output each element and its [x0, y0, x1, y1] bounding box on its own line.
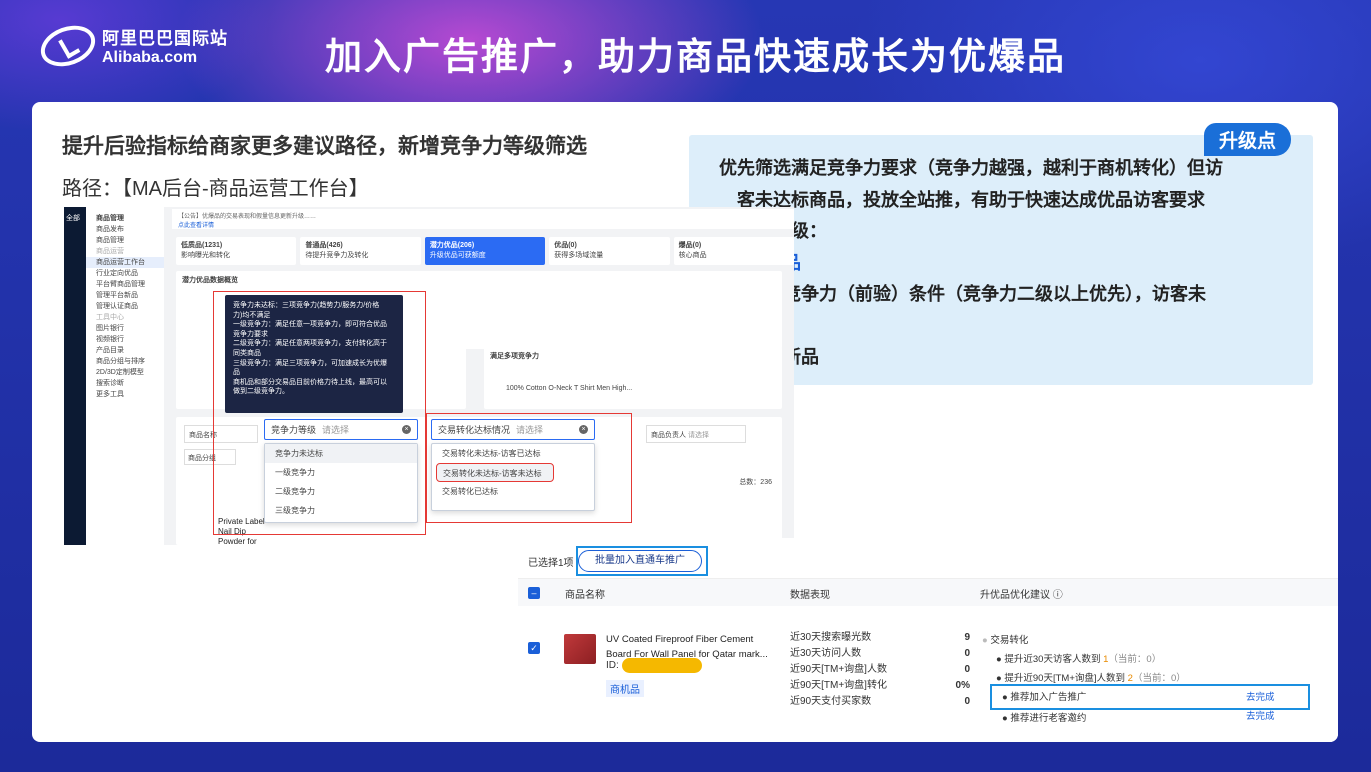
col-name: 商品名称 [565, 590, 605, 601]
note-line: 2）满足竞争力（前验）条件（竞争力二级以上优先），访客未 [719, 284, 1207, 304]
product-a-title[interactable]: 100% Cotton O-Neck T Shirt Men High... [506, 385, 776, 392]
sugg-title: ● 交易转化 [982, 635, 1029, 646]
selection-screenshot: 已选择1项 批量加入直通车推广 – 商品名称 数据表现 升优品优化建议 ⓘ ✓ … [518, 538, 1338, 742]
dropdown-option[interactable]: 交易转化未达标-访客已达标 [432, 444, 594, 463]
sidebar-all[interactable]: 全部 [64, 207, 86, 229]
competitiveness-dropdown: 竞争力未达标 一级竞争力 二级竞争力 三级竞争力 [264, 443, 418, 523]
multi-title: 满足多项竞争力 [490, 353, 539, 360]
dropdown-option[interactable]: 一级竞争力 [265, 463, 417, 482]
metric-row: 近90天支付买家数 0 [790, 696, 970, 707]
dropdown-option[interactable]: 竞争力未达标 [265, 444, 417, 463]
sugg-item: ● 提升近90天[TM+询盘]人数到 2（当前：0） [996, 673, 1186, 684]
tier-card[interactable]: 低质品(1231) 影响曝光和转化 [176, 237, 297, 265]
note-line: 3）平台新品 [719, 342, 1293, 374]
menu-item[interactable]: 2D/3D定制模型 [96, 367, 164, 378]
clear-icon: × [579, 425, 588, 434]
selected-count: 已选择1项 [528, 558, 574, 569]
status-icon: ● [982, 635, 988, 646]
sugg-action: ● 推荐进行老客邀约 [1002, 713, 1087, 724]
main-sidebar: 全部 [64, 207, 86, 545]
metric-row: 近30天访问人数 0 [790, 648, 970, 659]
content-path: 路径：【MA后台-商品运营工作台】 [62, 178, 369, 200]
metric-row: 近30天搜索曝光数 9 [790, 632, 970, 643]
sugg-item: ● 提升近30天访客人数到 1（当前：0） [996, 654, 1162, 665]
conversion-dropdown: 交易转化未达标-访客已达标 交易转化未达标-访客未达标 交易转化已达标 [431, 443, 595, 511]
menu-item[interactable]: 搜索诊断 [96, 378, 164, 389]
competitiveness-tooltip: 竞争力未达标：三项竞争力(趋势力/服务力/价格 力)均不满足 一级竞争力：满足任意… [225, 295, 403, 413]
clear-icon: × [402, 425, 411, 434]
notice-link[interactable]: 点此查看详情 [178, 220, 788, 229]
highlight-box [990, 684, 1310, 710]
menu-item[interactable]: 更多工具 [96, 389, 164, 400]
slide-title: 加入广告推广，助力商品快速成长为优爆品 [325, 36, 1066, 77]
redacted-id [622, 658, 702, 673]
menu-item[interactable]: 商品管理 [96, 213, 164, 224]
col-data: 数据表现 [790, 590, 830, 601]
menu-item[interactable]: 图片银行 [96, 323, 164, 334]
menu-item[interactable]: 行业定向优品 [96, 268, 164, 279]
product-image [564, 634, 596, 664]
content-card: 提升后验指标给商家更多建议路径，新增竞争力等级筛选 路径：【MA后台-商品运营工… [32, 102, 1338, 742]
dropdown-option[interactable]: 三级竞争力 [265, 501, 417, 520]
note-line: 客未达标商品，投放全站推，有助于快速达成优品访客要求 [719, 189, 1205, 210]
dropdown-option-highlighted[interactable]: 交易转化未达标-访客未达标 [436, 463, 554, 482]
go-complete-link[interactable]: 去完成 [1246, 708, 1275, 722]
menu-item[interactable]: 商品管理 [96, 235, 164, 246]
menu-item[interactable]: 管理认证商品 [96, 301, 164, 312]
highlight-box [576, 546, 708, 576]
notice-bar: 【公告】优爆品的交易表现和假量信息更新升级…… 点此查看详情 [172, 209, 794, 229]
note-line: 优先筛选满足竞争力要求（竞争力越强，越利于商机转化）但访 [719, 158, 1223, 178]
table-header: – 商品名称 数据表现 升优品优化建议 ⓘ [518, 578, 1338, 606]
metric-row: 近90天[TM+询盘]转化 0% [790, 680, 970, 691]
menu-item: 工具中心 [96, 314, 124, 321]
note-line: 1）优爆品 [719, 248, 1293, 280]
help-icon: ⓘ [1052, 590, 1063, 601]
menu-item[interactable]: 管理平台新品 [96, 290, 164, 301]
overview-title: 潜力优品数据概览 [182, 277, 238, 284]
conversion-select[interactable]: 交易转化达标情况 请选择 × [431, 419, 595, 440]
product-badge: 商机品 [606, 680, 644, 697]
workbench-screenshot: 全部 商品管理 商品发布 商品管理 商品运营 商品运营工作台 行业定向优品 平台… [64, 207, 794, 545]
dropdown-option[interactable]: 交易转化已达标 [432, 482, 594, 501]
menu-item[interactable]: 商品发布 [96, 224, 164, 235]
competitiveness-select[interactable]: 竞争力等级 请选择 × [264, 419, 418, 440]
owner-filter[interactable]: 商品负责人 请选择 [646, 425, 746, 443]
note-line: 推广优先级： [719, 216, 1293, 248]
multi-panel: 满足多项竞争力 100% Cotton O-Neck T Shirt Men H… [484, 347, 782, 409]
tier-card[interactable]: 爆品(0) 核心商品 [673, 237, 794, 265]
select-all-checkbox[interactable]: – [528, 587, 540, 599]
total-count: 总数：236 [739, 479, 772, 486]
tier-card-selected[interactable]: 潜力优品(206) 升级优品可获额度 [424, 237, 546, 265]
note-line: 达标商品 [719, 311, 1293, 343]
menu-item: 商品运营 [96, 248, 124, 255]
tier-cards: 低质品(1231) 影响曝光和转化 普通品(426) 待提升竞争力及转化 潜力优品(… [176, 237, 794, 265]
product-id-label: ID: [606, 660, 619, 671]
menu-item[interactable]: 平台臂商品管理 [96, 279, 164, 290]
metric-row: 近90天[TM+询盘]人数 0 [790, 664, 970, 675]
upgrade-tag: 升级点 [1203, 123, 1291, 156]
tier-card[interactable]: 优品(0) 获得多场域流量 [549, 237, 670, 265]
row-checkbox[interactable]: ✓ [528, 642, 540, 654]
col-sugg: 升优品优化建议 ⓘ [980, 590, 1063, 601]
notice-text: 【公告】优爆品的交易表现和假量信息更新升级…… [178, 214, 317, 220]
menu-item-active[interactable]: 商品运营工作台 [86, 257, 164, 268]
dropdown-option[interactable]: 二级竞争力 [265, 482, 417, 501]
tier-card[interactable]: 普通品(426) 待提升竞争力及转化 [300, 237, 421, 265]
menu-item[interactable]: 视频银行 [96, 334, 164, 345]
sub-menu: 商品管理 商品发布 商品管理 商品运营 商品运营工作台 行业定向优品 平台臂商品… [86, 207, 164, 545]
menu-item[interactable]: 商品分组与排序 [96, 356, 164, 367]
content-heading: 提升后验指标给商家更多建议路径，新增竞争力等级筛选 [62, 135, 587, 158]
menu-item[interactable]: 产品目录 [96, 345, 164, 356]
